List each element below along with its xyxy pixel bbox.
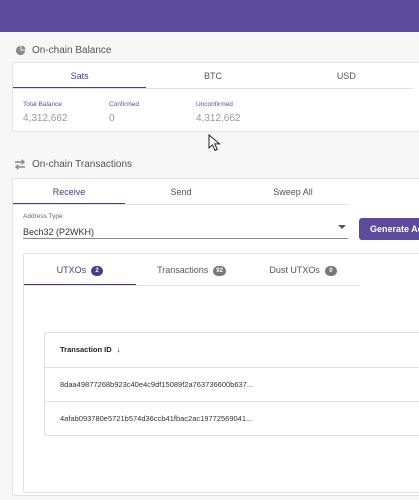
utxo-tabs: UTXOs 2 Transactions 92 Dust UTXOs 0	[24, 254, 359, 286]
balance-section-title: On-chain Balance	[14, 44, 112, 56]
address-type-select[interactable]: Bech32 (P2WKH)	[23, 222, 348, 239]
table-header-label: Transaction ID	[60, 345, 112, 354]
tab-receive[interactable]: Receive	[13, 179, 125, 205]
chevron-down-icon	[338, 225, 346, 229]
transactions-count-badge: 92	[213, 266, 226, 276]
pie-chart-icon	[14, 44, 26, 56]
balance-card: Sats BTC USD Total Balance 4,312,662 Con…	[12, 62, 419, 132]
confirmed-label: Confirmed	[109, 101, 139, 108]
total-balance-value: 4,312,662	[23, 113, 68, 124]
utxo-table: Transaction ID ↓ 8daa49877268b923c40e4c9…	[44, 332, 419, 436]
unconfirmed-value: 4,312,662	[196, 113, 241, 124]
tab-dust-utxos[interactable]: Dust UTXOs 0	[247, 254, 359, 286]
unconfirmed-label: Unconfirmed	[196, 101, 233, 108]
total-balance-label: Total Balance	[23, 101, 63, 108]
transactions-card: Receive Send Sweep All Address Type Bech…	[12, 178, 419, 496]
table-header-transaction-id[interactable]: Transaction ID ↓	[60, 333, 121, 367]
tab-usd[interactable]: USD	[280, 63, 413, 89]
utxo-card: UTXOs 2 Transactions 92 Dust UTXOs 0 Transa…	[23, 253, 419, 493]
confirmed-value: 0	[109, 113, 115, 124]
arrow-down-icon: ↓	[116, 345, 121, 354]
utxos-count-badge: 2	[91, 266, 104, 276]
utxos-label: UTXOs	[56, 265, 87, 275]
dust-utxos-label: Dust UTXOs	[269, 265, 320, 275]
generate-address-button[interactable]: Generate Address	[359, 218, 419, 240]
tab-btc[interactable]: BTC	[146, 63, 279, 89]
balance-title: On-chain Balance	[32, 44, 112, 56]
mouse-cursor-icon	[208, 134, 221, 152]
transactions-section-title: On-chain Transactions	[14, 158, 132, 170]
tabs-divider	[24, 285, 359, 286]
tab-utxos[interactable]: UTXOs 2	[24, 254, 136, 286]
tabs-divider	[13, 204, 349, 205]
tab-send[interactable]: Send	[125, 179, 237, 205]
tabs-divider	[13, 88, 413, 89]
table-row[interactable]: 8daa49877268b923c40e4c9df15089f2a7637366…	[45, 367, 419, 401]
address-type-label: Address Type	[23, 213, 63, 220]
top-app-bar	[0, 0, 419, 32]
tab-sweep-all[interactable]: Sweep All	[237, 179, 349, 205]
transactions-title: On-chain Transactions	[32, 158, 133, 170]
table-row[interactable]: 4afab093780e5721b574d36ccb41fbac2ac19772…	[45, 401, 419, 435]
balance-tabs: Sats BTC USD	[13, 63, 413, 89]
transactions-tabs: Receive Send Sweep All	[13, 179, 349, 205]
swap-arrows-icon	[14, 158, 26, 170]
address-type-value: Bech32 (P2WKH)	[23, 227, 95, 237]
tab-transactions[interactable]: Transactions 92	[136, 254, 248, 286]
transactions-label: Transactions	[157, 265, 209, 275]
tab-sats[interactable]: Sats	[13, 63, 147, 89]
dust-utxos-count-badge: 0	[324, 266, 337, 276]
